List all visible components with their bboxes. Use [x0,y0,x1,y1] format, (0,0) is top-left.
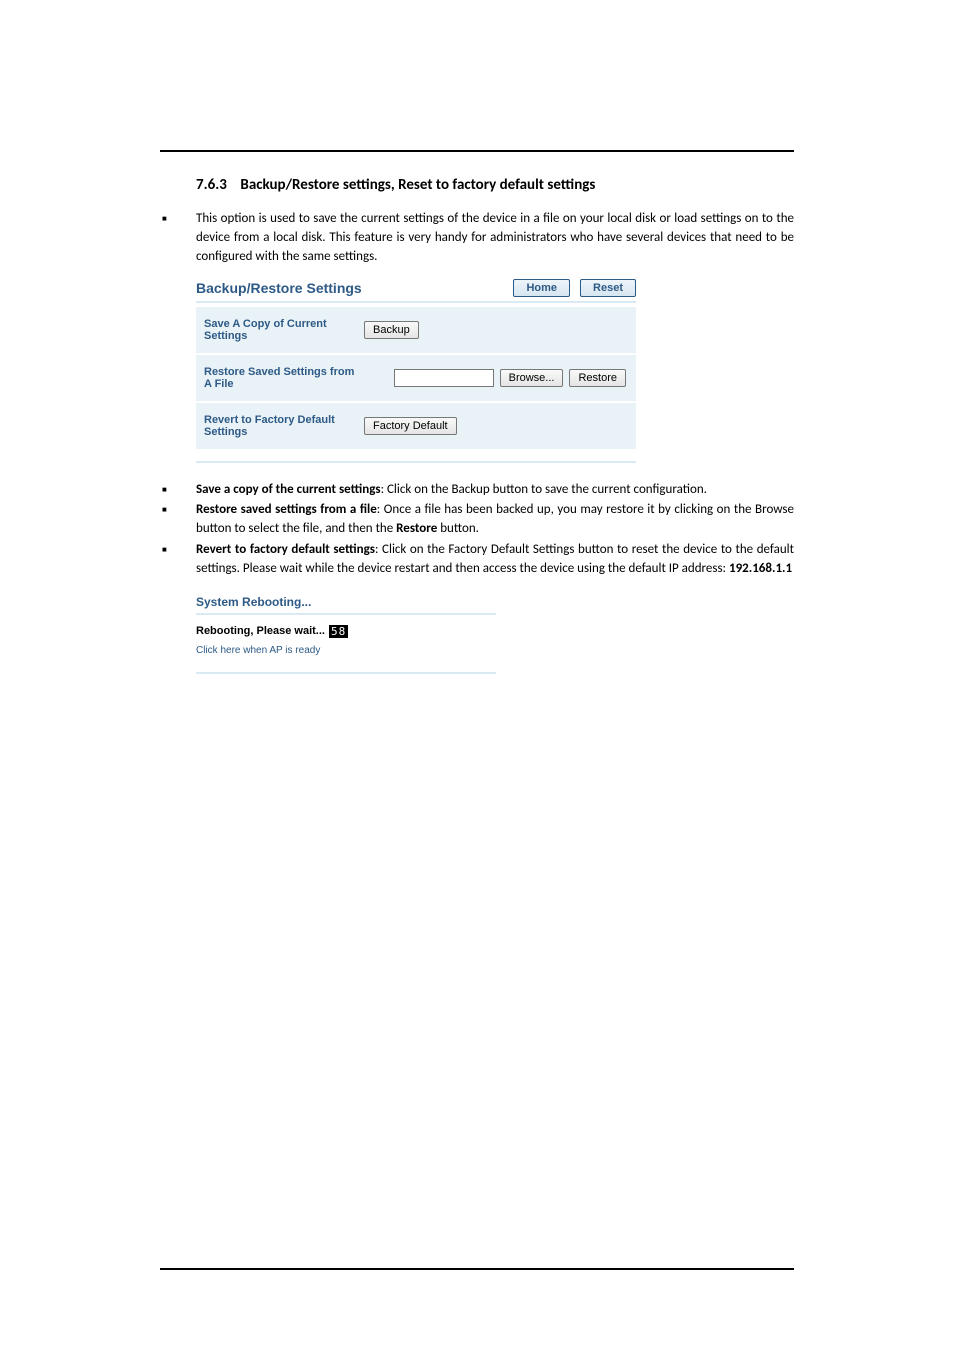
bullet-restore-label: Restore saved settings from a file [196,502,377,517]
section-title-text: Backup/Restore settings, Reset to factor… [240,176,595,194]
panel-row-save: Save A Copy of Current Settings Backup [196,307,636,355]
backup-button[interactable]: Backup [364,321,419,339]
home-button[interactable]: Home [513,279,570,297]
panel-row-revert: Revert to Factory Default Settings Facto… [196,403,636,451]
bullet-save-text: : Click on the Backup button to save the… [381,482,707,497]
reboot-counter: 58 [329,625,348,638]
restore-button[interactable]: Restore [569,369,626,387]
panel-footer-line [196,461,636,463]
reboot-ready-link[interactable]: Click here when AP is ready [196,645,320,656]
browse-button[interactable]: Browse... [500,369,564,387]
top-rule [160,150,794,152]
reboot-line-text: Rebooting, Please wait... [196,625,325,637]
panel-header: Backup/Restore Settings Home Reset [196,279,636,303]
bullet-save-label: Save a copy of the current settings [196,482,381,497]
panel-label-save: Save A Copy of Current Settings [196,318,364,342]
bullet-revert: Revert to factory default settings: Clic… [160,541,794,579]
reboot-footer-line [196,672,496,674]
backup-restore-panel: Backup/Restore Settings Home Reset Save … [196,279,636,463]
factory-default-button[interactable]: Factory Default [364,417,457,435]
restore-file-field[interactable] [394,369,494,387]
bullet-restore: Restore saved settings from a file: Once… [160,501,794,539]
bottom-rule [160,1268,794,1270]
bullet-restore-text-c: button. [437,521,479,536]
panel-label-restore: Restore Saved Settings from A File [196,366,364,390]
intro-bullet: This option is used to save the current … [160,210,794,267]
bullet-revert-label: Revert to factory default settings [196,542,375,557]
reboot-panel: System Rebooting... Rebooting, Please wa… [196,595,496,674]
reboot-line: Rebooting, Please wait... 58 [196,625,496,638]
bullet-revert-ip: 192.168.1.1 [729,561,792,576]
section-number: 7.6.3 [196,176,227,194]
reboot-title: System Rebooting... [196,595,496,615]
section-heading: 7.6.3 Backup/Restore settings, Reset to … [196,176,794,194]
panel-row-restore: Restore Saved Settings from A File Brows… [196,355,636,403]
bullet-restore-bold: Restore [396,521,437,536]
bullet-save-copy: Save a copy of the current settings: Cli… [160,481,794,500]
panel-title: Backup/Restore Settings [196,280,362,296]
panel-label-revert: Revert to Factory Default Settings [196,414,364,438]
reset-button[interactable]: Reset [580,279,636,297]
